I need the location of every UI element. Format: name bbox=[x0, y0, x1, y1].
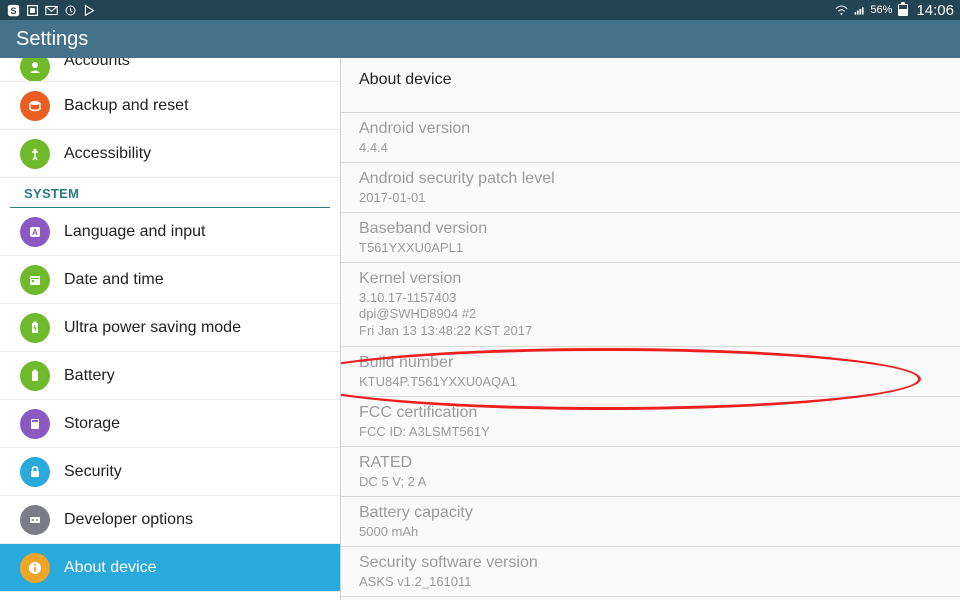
sidebar-item-ultra-power-saving[interactable]: Ultra power saving mode bbox=[0, 304, 340, 352]
status-left-icons: S bbox=[6, 3, 96, 17]
detail-item-sub: SM-T561Y bbox=[359, 102, 942, 105]
sidebar-item-label: Date and time bbox=[64, 271, 164, 289]
detail-item-sub: 4.4.4 bbox=[359, 140, 942, 155]
detail-item-title: Build number bbox=[359, 354, 942, 372]
detail-item-sub: ASKS v1.2_161011 bbox=[359, 574, 942, 589]
clock-text: 14:06 bbox=[916, 2, 954, 19]
screenshot-icon bbox=[25, 3, 39, 17]
detail-item-kernel[interactable]: Kernel version 3.10.17-1157403 dpi@SWHD8… bbox=[341, 263, 960, 347]
detail-item-build-number[interactable]: Build number KTU84P.T561YXXU0AQA1 bbox=[341, 347, 960, 397]
detail-item-sub: T561YXXU0APL1 bbox=[359, 240, 942, 255]
sidebar-item-label: Ultra power saving mode bbox=[64, 319, 241, 337]
sidebar-item-label: Backup and reset bbox=[64, 97, 189, 115]
detail-item-battery-capacity[interactable]: Battery capacity 5000 mAh bbox=[341, 497, 960, 547]
skype-icon: S bbox=[6, 3, 20, 17]
sidebar-item-label: Accessibility bbox=[64, 145, 151, 163]
sidebar-item-label: Developer options bbox=[64, 511, 193, 529]
android-statusbar: S 56% 14:06 bbox=[0, 0, 960, 20]
battery-icon bbox=[896, 3, 910, 17]
detail-item-title: Battery capacity bbox=[359, 504, 942, 522]
detail-item-title: Android version bbox=[359, 120, 942, 138]
sidebar-item-label: Battery bbox=[64, 367, 115, 385]
accessibility-icon bbox=[20, 139, 50, 169]
battery-percent-text: 56% bbox=[870, 4, 892, 16]
powersave-icon bbox=[20, 313, 50, 343]
sidebar-item-label: Security bbox=[64, 463, 122, 481]
detail-item-security-software[interactable]: Security software version ASKS v1.2_1610… bbox=[341, 547, 960, 597]
battery-menu-icon bbox=[20, 361, 50, 391]
detail-item-fcc[interactable]: FCC certification FCC ID: A3LSMT561Y bbox=[341, 397, 960, 447]
detail-item-sub: FCC ID: A3LSMT561Y bbox=[359, 424, 942, 439]
sidebar-item-label: About device bbox=[64, 559, 157, 577]
sidebar-item-storage[interactable]: Storage bbox=[0, 400, 340, 448]
backup-icon bbox=[20, 91, 50, 121]
sidebar-item-label: Storage bbox=[64, 415, 120, 433]
sidebar-item-accessibility[interactable]: Accessibility bbox=[0, 130, 340, 178]
update-icon bbox=[63, 3, 77, 17]
developer-icon bbox=[20, 505, 50, 535]
app-title: Settings bbox=[16, 28, 88, 51]
sidebar-item-accounts[interactable]: Accounts bbox=[0, 58, 340, 82]
sidebar-item-label: Accounts bbox=[64, 58, 130, 70]
detail-item-sub: 3.10.17-1157403 dpi@SWHD8904 #2 Fri Jan … bbox=[359, 290, 942, 339]
about-icon bbox=[20, 553, 50, 583]
detail-pane: About device SM-T561Y Android version 4.… bbox=[341, 58, 960, 600]
gmail-icon bbox=[44, 3, 58, 17]
detail-item-rated[interactable]: RATED DC 5 V; 2 A bbox=[341, 447, 960, 497]
security-icon bbox=[20, 457, 50, 487]
detail-item-title: FCC certification bbox=[359, 404, 942, 422]
sidebar-item-language-input[interactable]: A Language and input bbox=[0, 208, 340, 256]
detail-item-security-patch[interactable]: Android security patch level 2017-01-01 bbox=[341, 163, 960, 213]
datetime-icon bbox=[20, 265, 50, 295]
detail-list[interactable]: SM-T561Y Android version 4.4.4 Android s… bbox=[341, 102, 960, 600]
sidebar-item-date-time[interactable]: Date and time bbox=[0, 256, 340, 304]
detail-item-model[interactable]: SM-T561Y bbox=[341, 102, 960, 113]
detail-item-sub: 5000 mAh bbox=[359, 524, 942, 539]
detail-header-title: About device bbox=[359, 71, 452, 89]
detail-item-baseband[interactable]: Baseband version T561YXXU0APL1 bbox=[341, 213, 960, 263]
detail-item-title: Baseband version bbox=[359, 220, 942, 238]
settings-sidebar: Accounts Backup and reset Accessibility … bbox=[0, 58, 340, 600]
signal-icon bbox=[852, 3, 866, 17]
detail-item-sub: KTU84P.T561YXXU0AQA1 bbox=[359, 374, 942, 389]
language-icon: A bbox=[20, 217, 50, 247]
sidebar-item-label: Language and input bbox=[64, 223, 205, 241]
play-icon bbox=[82, 3, 96, 17]
sidebar-item-developer-options[interactable]: Developer options bbox=[0, 496, 340, 544]
detail-item-sub: 2017-01-01 bbox=[359, 190, 942, 205]
detail-item-title: Security software version bbox=[359, 554, 942, 572]
content-area: Accounts Backup and reset Accessibility … bbox=[0, 58, 960, 600]
detail-item-android-version[interactable]: Android version 4.4.4 bbox=[341, 113, 960, 163]
svg-text:S: S bbox=[10, 5, 16, 15]
storage-icon bbox=[20, 409, 50, 439]
app-titlebar: Settings bbox=[0, 20, 960, 58]
detail-item-title: RATED bbox=[359, 454, 942, 472]
status-right-icons: 56% 14:06 bbox=[834, 2, 954, 19]
svg-text:A: A bbox=[32, 228, 38, 237]
sidebar-item-about-device[interactable]: About device bbox=[0, 544, 340, 592]
detail-item-title: Kernel version bbox=[359, 270, 942, 288]
wifi-icon bbox=[834, 3, 848, 17]
sidebar-section-system: SYSTEM bbox=[10, 180, 330, 208]
detail-item-sub: DC 5 V; 2 A bbox=[359, 474, 942, 489]
sidebar-item-security[interactable]: Security bbox=[0, 448, 340, 496]
sidebar-item-battery[interactable]: Battery bbox=[0, 352, 340, 400]
detail-header: About device bbox=[341, 58, 960, 102]
detail-item-title: Android security patch level bbox=[359, 170, 942, 188]
sidebar-item-backup-reset[interactable]: Backup and reset bbox=[0, 82, 340, 130]
accounts-icon bbox=[20, 58, 50, 82]
